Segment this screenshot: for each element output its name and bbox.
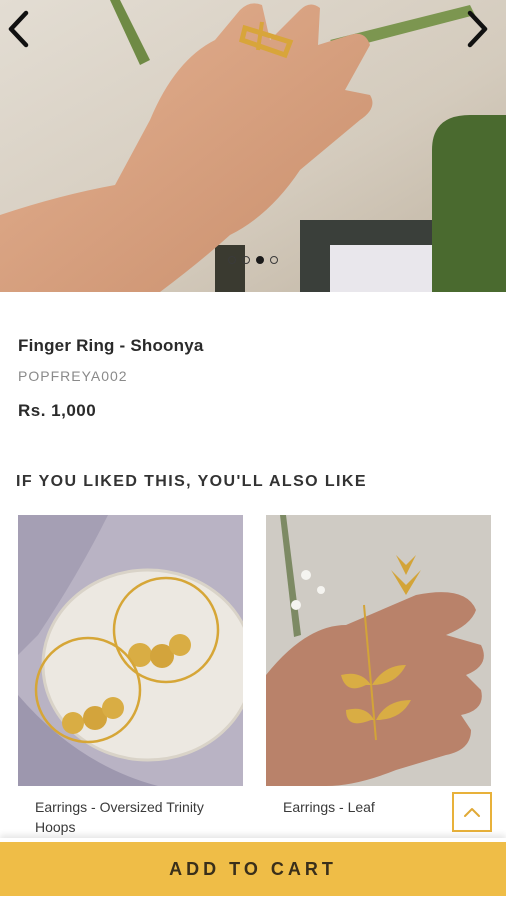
recommendation-image[interactable] — [266, 515, 491, 786]
carousel-dot[interactable] — [270, 256, 278, 264]
carousel-dot[interactable] — [242, 256, 250, 264]
carousel-dot-active[interactable] — [256, 256, 264, 264]
hoop-earrings-photo — [18, 515, 243, 786]
scroll-to-top-button[interactable] — [452, 792, 492, 832]
product-title: Finger Ring - Shoonya — [18, 336, 204, 355]
product-sku: POPFREYA002 — [18, 368, 128, 384]
sticky-cart-bar: ADD TO CART — [0, 838, 506, 900]
product-image-carousel[interactable] — [0, 0, 506, 292]
product-page: Finger Ring - Shoonya POPFREYA002 Rs. 1,… — [0, 0, 506, 900]
carousel-next-button[interactable] — [464, 10, 500, 54]
recommendation-name[interactable]: Earrings - Oversized Trinity Hoops — [35, 797, 225, 837]
carousel-pagination — [0, 256, 506, 264]
product-price: Rs. 1,000 — [18, 401, 97, 420]
carousel-prev-button[interactable] — [6, 10, 42, 54]
recommendation-card[interactable]: Earrings - Leaf — [266, 515, 491, 817]
chevron-up-icon — [464, 808, 480, 817]
product-photo-hand-with-ring — [0, 0, 506, 292]
recommendations-heading: IF YOU LIKED THIS, YOU'LL ALSO LIKE — [16, 473, 367, 490]
carousel-dot[interactable] — [228, 256, 236, 264]
add-to-cart-button[interactable]: ADD TO CART — [0, 842, 506, 896]
chevron-right-icon — [467, 10, 488, 48]
recommendation-image[interactable] — [18, 515, 243, 786]
chevron-left-icon — [8, 10, 29, 48]
leaf-earrings-photo — [266, 515, 491, 786]
recommendation-name[interactable]: Earrings - Leaf — [283, 797, 473, 817]
recommendation-card[interactable]: Earrings - Oversized Trinity Hoops — [18, 515, 243, 837]
